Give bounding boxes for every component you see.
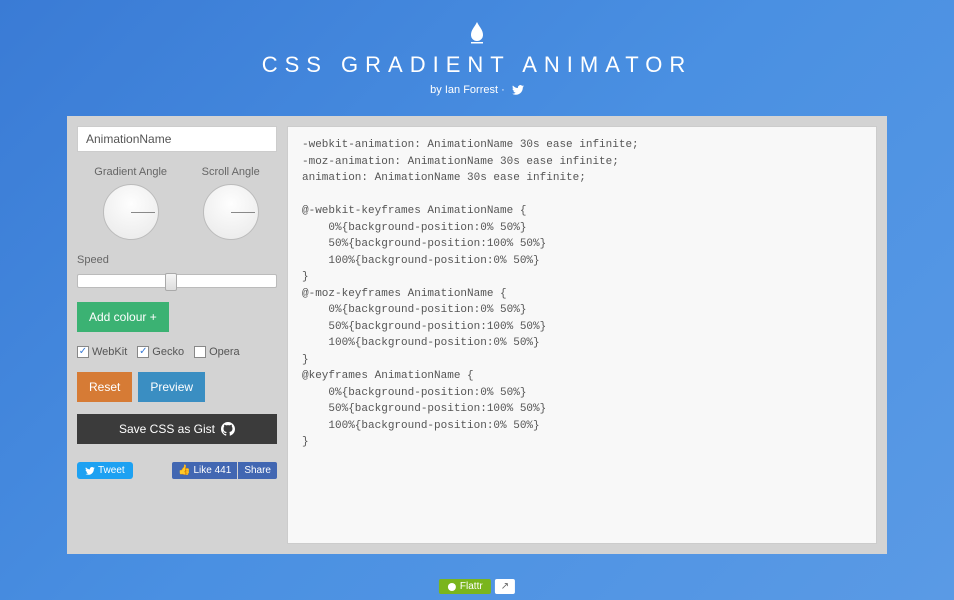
flattr-external-button[interactable]: ↗ [495,579,515,594]
opera-checkbox[interactable]: Opera [194,346,240,358]
checkbox-icon [137,346,149,358]
controls-sidebar: Gradient Angle Scroll Angle Speed Add co… [77,126,277,544]
gradient-angle-dial[interactable] [103,184,159,240]
flattr-button[interactable]: Flattr [439,579,491,594]
preview-button[interactable]: Preview [138,372,205,402]
flame-logo-icon [468,22,486,44]
twitter-icon [85,467,95,475]
speed-slider-thumb[interactable] [165,273,177,291]
save-gist-button[interactable]: Save CSS as Gist [77,414,277,444]
animation-name-input[interactable] [77,126,277,152]
code-output[interactable]: -webkit-animation: AnimationName 30s eas… [287,126,877,544]
scroll-angle-dial[interactable] [203,184,259,240]
fb-share-button[interactable]: Share [238,462,277,479]
speed-label: Speed [77,254,277,266]
speed-slider[interactable] [77,274,277,288]
byline: by Ian Forrest · [0,84,954,96]
flattr-icon [447,582,457,592]
github-icon [221,422,235,436]
fb-like-button[interactable]: 👍 Like 441 [172,462,237,479]
reset-button[interactable]: Reset [77,372,132,402]
tweet-button[interactable]: Tweet [77,462,133,479]
main-panel: Gradient Angle Scroll Angle Speed Add co… [67,116,887,554]
twitter-icon[interactable] [512,85,524,95]
page-title: CSS GRADIENT ANIMATOR [0,52,954,78]
add-colour-button[interactable]: Add colour + [77,302,169,332]
checkbox-icon [77,346,89,358]
checkbox-icon [194,346,206,358]
gradient-angle-label: Gradient Angle [94,166,167,178]
webkit-checkbox[interactable]: WebKit [77,346,127,358]
scroll-angle-label: Scroll Angle [202,166,260,178]
gecko-checkbox[interactable]: Gecko [137,346,184,358]
thumbs-up-icon: 👍 [178,465,190,476]
